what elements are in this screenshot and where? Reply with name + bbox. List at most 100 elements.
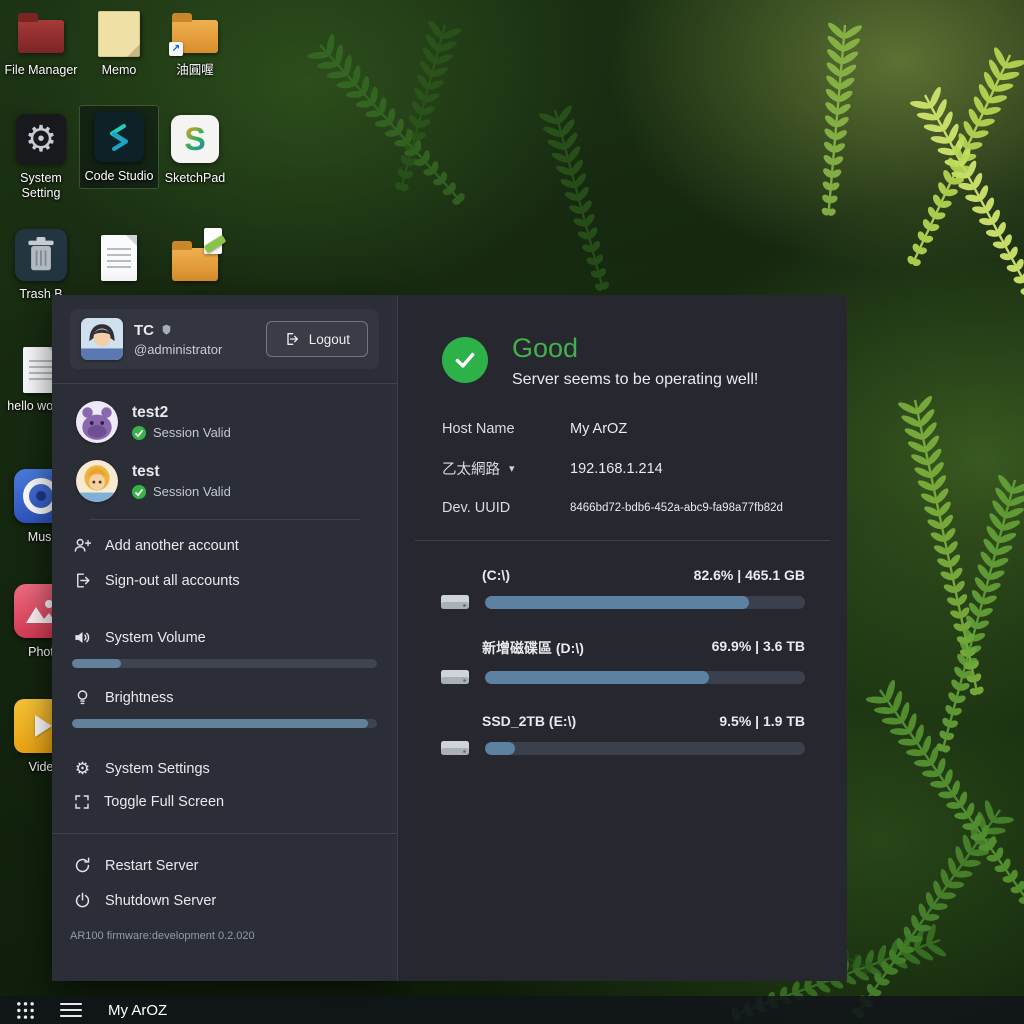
user-menu-panel: TC @administrator Logout test2 Session V… [52, 295, 397, 981]
account-name: test [132, 463, 231, 481]
user-avatar [81, 318, 123, 360]
account-status: Session Valid [132, 425, 231, 440]
desktop-icon-memo[interactable]: Memo [80, 2, 158, 78]
menu-button[interactable] [48, 996, 94, 1024]
icon-label: Musi [28, 530, 54, 545]
icon-label: System Setting [2, 171, 80, 201]
divider [415, 540, 830, 541]
volume-slider[interactable] [72, 659, 377, 668]
server-status-panel: Good Server seems to be operating well! … [397, 295, 847, 981]
restart-icon [73, 856, 92, 875]
menu-item-shutdown-server[interactable]: Shutdown Server [70, 883, 379, 918]
disk-drive-icon [440, 592, 470, 612]
account-name: test2 [132, 404, 231, 422]
sign-out-icon [73, 571, 92, 590]
firmware-version: AR100 firmware:development 0.2.020 [70, 930, 379, 942]
disk-name: SSD_2TB (E:\) [482, 713, 576, 729]
host-name-label: Host Name [442, 421, 570, 437]
session-valid-check-icon [132, 485, 146, 499]
logout-icon [284, 331, 300, 347]
folder-with-file-icon [172, 226, 218, 284]
user-handle: @administrator [134, 342, 222, 357]
app-grid-icon [16, 1001, 35, 1020]
disk-usage-bar [485, 671, 805, 684]
taskbar-title: My ArOZ [108, 1002, 167, 1019]
hamburger-icon [60, 1002, 82, 1018]
file-manager-icon [18, 2, 64, 60]
menu-item-toggle-fullscreen[interactable]: Toggle Full Screen [70, 785, 379, 819]
taskbar: My ArOZ [0, 996, 1024, 1024]
admin-shield-icon [160, 323, 173, 337]
disk-row-d: 新增磁碟區 (D:\) 69.9% | 3.6 TB [438, 638, 807, 687]
menu-item-signout-all[interactable]: Sign-out all accounts [70, 563, 379, 598]
desktop-icon-file-manager[interactable]: File Manager [2, 2, 80, 78]
desktop-icon-trash[interactable]: Trash B [2, 226, 80, 302]
icon-label: Memo [102, 63, 137, 78]
host-name-value: My ArOZ [570, 421, 807, 437]
status-subtitle: Server seems to be operating well! [512, 371, 758, 389]
fullscreen-icon [73, 793, 91, 811]
disk-row-e: SSD_2TB (E:\) 9.5% | 1.9 TB [438, 713, 807, 758]
disk-name: 新增磁碟區 (D:\) [482, 638, 584, 658]
memo-icon [98, 2, 140, 60]
system-volume-label: System Volume [70, 620, 379, 655]
desktop-icon-sketchpad[interactable]: S SketchPad [156, 110, 234, 186]
session-valid-check-icon [132, 426, 146, 440]
menu-item-system-settings[interactable]: ⚙ System Settings [70, 752, 379, 785]
account-status: Session Valid [132, 484, 231, 499]
logout-label: Logout [309, 332, 350, 347]
uuid-value: 8466bd72-bdb6-452a-abc9-fa98a77fb82d [570, 502, 807, 514]
menu-item-restart-server[interactable]: Restart Server [70, 848, 379, 883]
gear-icon: ⚙ [16, 110, 66, 168]
gear-icon: ⚙ [73, 760, 92, 777]
icon-label: SketchPad [165, 171, 225, 186]
logout-button[interactable]: Logout [266, 321, 368, 357]
icon-label: 油圓喔 [176, 63, 214, 78]
status-header: Good Server seems to be operating well! [438, 325, 807, 389]
disk-usage: 69.9% | 3.6 TB [712, 638, 805, 658]
desktop-icon-shortcut-folder[interactable]: ↗ 油圓喔 [156, 2, 234, 78]
menu-item-add-account[interactable]: Add another account [70, 528, 379, 563]
person-plus-icon [73, 536, 92, 555]
brightness-slider[interactable] [72, 719, 377, 728]
disk-usage: 82.6% | 465.1 GB [694, 567, 805, 583]
power-icon [73, 891, 92, 910]
server-info: Host Name My ArOZ 乙太網路 ▾ 192.168.1.214 D… [438, 421, 807, 516]
icon-label: Code Studio [85, 169, 154, 184]
icon-label: Vide [29, 760, 54, 775]
sketchpad-icon: S [171, 110, 219, 168]
speaker-icon [73, 628, 92, 647]
account-row-test2[interactable]: test2 Session Valid [76, 401, 373, 443]
disk-usage: 9.5% | 1.9 TB [719, 713, 805, 729]
trash-icon [15, 226, 67, 284]
user-display-name: TC [134, 322, 154, 339]
app-grid-button[interactable] [2, 996, 48, 1024]
ip-address-value: 192.168.1.214 [570, 461, 807, 477]
divider [52, 833, 397, 834]
uuid-label: Dev. UUID [442, 500, 570, 516]
document-icon [101, 226, 137, 284]
desktop-icon-code-studio[interactable]: Code Studio [80, 106, 158, 188]
disk-usage-bar [485, 742, 805, 755]
status-title: Good [512, 333, 758, 364]
code-studio-icon [94, 108, 144, 166]
status-ok-icon [442, 337, 488, 383]
divider [89, 519, 361, 520]
divider [52, 383, 397, 384]
disk-name: (C:\) [482, 567, 510, 583]
desktop-icon-folder-with-file[interactable] [156, 226, 234, 287]
desktop-icon-document[interactable] [80, 226, 158, 287]
icon-label: File Manager [5, 63, 78, 78]
folder-shortcut-icon: ↗ [172, 2, 218, 60]
disk-usage-bar [485, 596, 805, 609]
desktop: File Manager Memo ↗ 油圓喔 ⚙ System Setting… [0, 0, 1024, 1024]
disk-drive-icon [440, 738, 470, 758]
disk-row-c: (C:\) 82.6% | 465.1 GB [438, 567, 807, 612]
icon-label: Phot [28, 645, 54, 660]
desktop-icon-system-setting[interactable]: ⚙ System Setting [2, 110, 80, 201]
account-avatar [76, 460, 118, 502]
shortcut-arrow-icon: ↗ [169, 42, 183, 56]
current-user-card: TC @administrator Logout [70, 309, 379, 369]
network-interface-dropdown[interactable]: 乙太網路 ▾ [442, 458, 570, 479]
account-row-test[interactable]: test Session Valid [76, 460, 373, 502]
